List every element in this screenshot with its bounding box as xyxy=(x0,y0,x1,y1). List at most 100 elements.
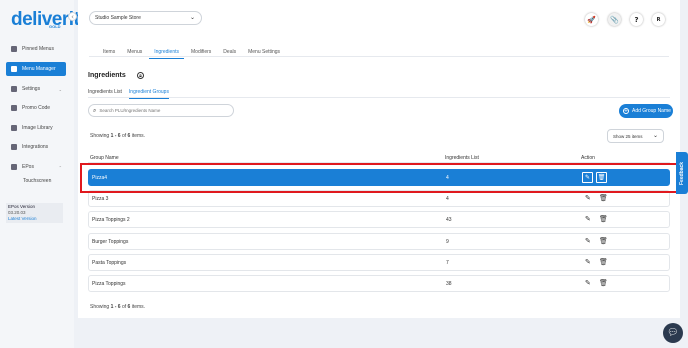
tabs-divider xyxy=(89,56,669,57)
chat-bubble-icon: 💬︎ xyxy=(667,328,679,338)
tab-ingredients[interactable]: Ingredients xyxy=(149,47,184,59)
ingredients-count-cell: 4 xyxy=(446,196,449,202)
paperclip-icon[interactable]: 📎 xyxy=(608,13,621,26)
pos-icon xyxy=(11,164,17,170)
help-button[interactable]: ? xyxy=(630,13,643,26)
tab-deals[interactable]: Deals xyxy=(218,47,241,59)
chat-button[interactable]: 💬︎ xyxy=(663,323,683,343)
group-name-cell: Burger Toppings xyxy=(92,239,129,245)
edit-icon[interactable]: ✎ xyxy=(585,259,591,266)
sidebar-item-label: Promo Code xyxy=(22,105,51,111)
lock-icon[interactable]: 🔒︎ xyxy=(137,72,144,79)
sidebar: deliverit GOLD Pinned Menus Menu Manager… xyxy=(0,0,80,348)
pagination-suffix: items. xyxy=(130,304,146,310)
column-header-group-name: Group Name xyxy=(90,155,119,161)
sidebar-item-promo-code[interactable]: Promo Code xyxy=(6,101,66,115)
chevron-left-icon: ‹ xyxy=(71,12,74,21)
ingredients-count-cell: 7 xyxy=(446,260,449,266)
page-size-value: Show 25 items xyxy=(613,133,643,139)
sidebar-item-label: Settings xyxy=(22,86,41,92)
sidebar-item-label: Integrations xyxy=(22,144,49,150)
search-input[interactable] xyxy=(99,108,220,113)
table-row[interactable]: Burger Toppings 9 ✎ 🗑︎ xyxy=(88,233,670,250)
trash-icon[interactable]: 🗑︎ xyxy=(599,280,608,287)
pagination-range: 1 - 6 xyxy=(110,133,121,139)
pagination-suffix: items. xyxy=(130,133,146,139)
store-select[interactable]: Studio Sample Store ⌄ xyxy=(89,11,202,25)
tab-menus[interactable]: Menus xyxy=(122,47,147,59)
column-header-action: Action xyxy=(581,155,595,161)
group-name-cell: Pasta Toppings xyxy=(92,260,127,266)
ingredients-count-cell: 4 xyxy=(446,175,449,181)
sidebar-item-integrations[interactable]: Integrations xyxy=(6,140,66,154)
search-box: ⌕ xyxy=(88,104,234,117)
edit-icon[interactable]: ✎ xyxy=(585,238,591,245)
pagination-prefix: Showing xyxy=(90,133,111,139)
group-name-cell: Pizza 3 xyxy=(92,196,109,202)
brand-logo-sub: GOLD xyxy=(49,24,61,29)
plus-icon: + xyxy=(623,108,629,114)
sidebar-item-label: EPos xyxy=(22,164,34,170)
table-row[interactable]: Pizza4 4 ✎ 🗑︎ xyxy=(88,169,670,186)
tab-menu-settings[interactable]: Menu Settings xyxy=(243,47,285,59)
user-avatar[interactable]: R xyxy=(652,13,665,26)
table-row[interactable]: Pasta Toppings 7 ✎ 🗑︎ xyxy=(88,254,670,271)
avatar-initial: R xyxy=(656,16,661,23)
main-panel: Studio Sample Store ⌄ 🚀 📎 ? R Items Menu… xyxy=(78,0,680,318)
search-icon: ⌕ xyxy=(93,106,97,114)
pagination-summary-bottom: Showing 1 - 6 of 6 items. xyxy=(90,304,145,310)
sidebar-item-epos[interactable]: EPos ⌃ xyxy=(6,160,66,174)
pagination-summary-top: Showing 1 - 6 of 6 items. xyxy=(90,133,145,139)
sidebar-collapse-button[interactable]: ‹ xyxy=(68,12,77,21)
sidebar-item-label: Image Library xyxy=(22,125,53,131)
edit-icon[interactable]: ✎ xyxy=(585,280,591,287)
pagination-middle: of xyxy=(120,133,128,139)
version-panel: EPos Version 03.20.03 Latest Version xyxy=(6,203,63,223)
sidebar-item-image-library[interactable]: Image Library xyxy=(6,121,66,135)
table-row[interactable]: Pizza Toppings 38 ✎ 🗑︎ xyxy=(88,275,670,292)
ingredients-count-cell: 38 xyxy=(446,281,452,287)
sidebar-item-pinned-menus[interactable]: Pinned Menus xyxy=(6,42,66,56)
sidebar-item-settings[interactable]: Settings ⌄ xyxy=(6,82,66,96)
latest-version-link[interactable]: Latest Version xyxy=(8,216,61,222)
sidebar-subitem-touchscreen[interactable]: Touchscreen xyxy=(23,178,51,184)
sidebar-item-menu-manager[interactable]: Menu Manager xyxy=(6,62,66,76)
menu-icon xyxy=(11,66,17,72)
chevron-down-icon: ⌄ xyxy=(189,15,195,21)
column-header-ingredients-list: Ingredients List xyxy=(445,155,479,161)
edit-icon[interactable]: ✎ xyxy=(582,172,593,183)
tab-modifiers[interactable]: Modifiers xyxy=(186,47,216,59)
trash-icon[interactable]: 🗑︎ xyxy=(599,259,608,266)
tab-items[interactable]: Items xyxy=(98,47,120,59)
ingredients-count-cell: 43 xyxy=(446,217,452,223)
add-group-name-label: Add Group Name xyxy=(632,108,671,114)
subtabs-divider xyxy=(88,97,670,98)
store-select-value: Studio Sample Store xyxy=(95,15,141,21)
table-row[interactable]: Pizza Toppings 2 43 ✎ 🗑︎ xyxy=(88,211,670,228)
group-name-cell: Pizza Toppings xyxy=(92,281,126,287)
table-header-divider xyxy=(88,162,670,163)
trash-icon[interactable]: 🗑︎ xyxy=(596,172,607,183)
ingredients-count-cell: 9 xyxy=(446,239,449,245)
chevron-down-icon: ⌄ xyxy=(652,133,658,139)
gear-icon xyxy=(11,86,17,92)
pagination-range: 1 - 6 xyxy=(110,304,121,310)
group-name-cell: Pizza Toppings 2 xyxy=(92,217,130,223)
rocket-icon[interactable]: 🚀 xyxy=(585,13,598,26)
trash-icon[interactable]: 🗑︎ xyxy=(599,216,608,223)
feedback-label: Feedback xyxy=(679,161,685,185)
trash-icon[interactable]: 🗑︎ xyxy=(599,238,608,245)
page-title: Ingredients xyxy=(88,72,126,79)
sidebar-item-label: Pinned Menus xyxy=(22,46,54,52)
edit-icon[interactable]: ✎ xyxy=(585,216,591,223)
table-row[interactable]: Pizza 3 4 ✎ 🗑︎ xyxy=(88,190,670,207)
trash-icon[interactable]: 🗑︎ xyxy=(599,195,608,202)
help-icon: ? xyxy=(634,15,639,24)
ticket-icon xyxy=(11,105,17,111)
feedback-tab[interactable]: Feedback xyxy=(676,152,688,194)
edit-icon[interactable]: ✎ xyxy=(585,195,591,202)
add-group-name-button[interactable]: + Add Group Name xyxy=(619,104,673,118)
chevron-up-icon: ⌃ xyxy=(58,164,62,170)
page-size-select[interactable]: Show 25 items ⌄ xyxy=(607,129,664,143)
image-icon xyxy=(11,125,17,131)
